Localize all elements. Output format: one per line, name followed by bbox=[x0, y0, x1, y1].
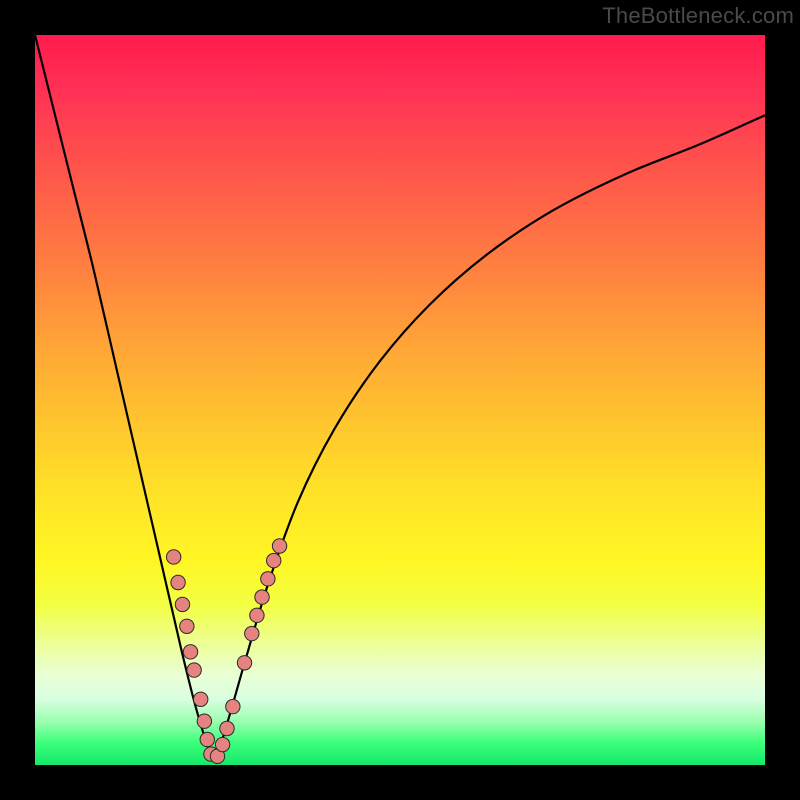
data-marker bbox=[267, 553, 281, 567]
data-marker bbox=[272, 539, 286, 553]
marker-group bbox=[167, 539, 287, 764]
data-marker bbox=[250, 608, 264, 622]
chart-stage: TheBottleneck.com bbox=[0, 0, 800, 800]
data-marker bbox=[187, 663, 201, 677]
data-marker bbox=[245, 626, 259, 640]
data-marker bbox=[220, 721, 234, 735]
data-marker bbox=[194, 692, 208, 706]
data-marker bbox=[180, 619, 194, 633]
data-marker bbox=[197, 714, 211, 728]
data-marker bbox=[215, 737, 229, 751]
data-marker bbox=[261, 572, 275, 586]
data-marker bbox=[237, 656, 251, 670]
data-marker bbox=[183, 645, 197, 659]
data-marker bbox=[175, 597, 189, 611]
data-marker bbox=[226, 699, 240, 713]
plot-area bbox=[35, 35, 765, 765]
data-marker bbox=[171, 575, 185, 589]
data-marker bbox=[255, 590, 269, 604]
curve-layer bbox=[35, 35, 765, 765]
data-marker bbox=[167, 550, 181, 564]
data-marker bbox=[200, 732, 214, 746]
bottleneck-curve bbox=[35, 35, 765, 761]
watermark-text: TheBottleneck.com bbox=[602, 3, 794, 29]
